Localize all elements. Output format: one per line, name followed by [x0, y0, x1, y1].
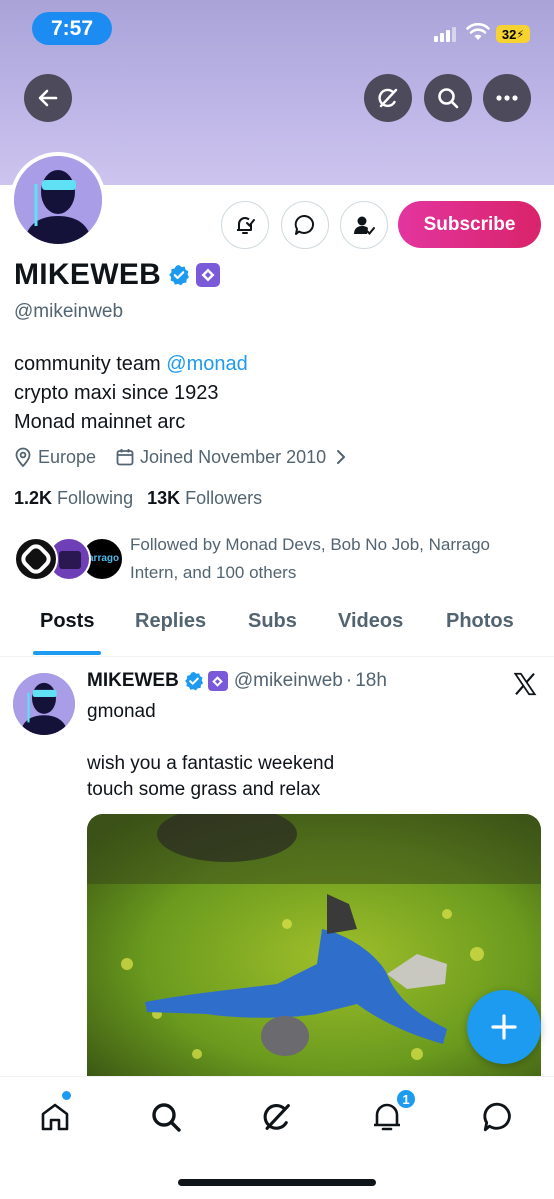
avatar-image: [14, 156, 102, 244]
search-button[interactable]: [424, 74, 472, 122]
monad-badge-icon: [207, 671, 228, 691]
notification-settings-icon: [237, 216, 255, 234]
tab-subs[interactable]: Subs: [248, 610, 297, 633]
back-button[interactable]: [24, 74, 72, 122]
bio-line-3: Monad mainnet arc: [14, 411, 186, 433]
notifications-toggle-button[interactable]: [221, 201, 269, 249]
profile-location: Europe: [14, 447, 96, 468]
grok-button[interactable]: [364, 74, 412, 122]
grok-icon: [378, 88, 398, 108]
follower-avatar-1: [14, 537, 58, 581]
follower-avatar-3-text: arrago: [88, 553, 120, 564]
post-line-1: gmonad: [87, 701, 156, 722]
message-button[interactable]: [281, 201, 329, 249]
plus-icon: [491, 1014, 517, 1040]
followed-by-avatars[interactable]: arrago: [14, 537, 124, 581]
status-time: 7:57: [32, 12, 112, 45]
nav-messages[interactable]: [478, 1097, 518, 1137]
follow-stats: 1.2K Following 13K Followers: [14, 488, 262, 509]
location-text: Europe: [38, 446, 97, 467]
bio-line-1: community team: [14, 353, 167, 375]
back-arrow-icon: [38, 89, 58, 107]
battery-level: 32: [501, 26, 517, 42]
following-link[interactable]: 1.2K Following: [14, 488, 133, 509]
nav-search[interactable]: [146, 1097, 186, 1137]
post-author-avatar[interactable]: [13, 673, 75, 735]
profile-joined[interactable]: Joined November 2010: [116, 447, 346, 468]
calendar-icon: [116, 449, 134, 466]
bio-line-2: crypto maxi since 1923: [14, 382, 219, 404]
post-separator: ·: [345, 670, 353, 691]
chat-icon: [483, 1102, 511, 1132]
chevron-right-icon: [337, 450, 346, 464]
compose-button[interactable]: [467, 990, 541, 1064]
following-count: 1.2K: [14, 488, 53, 508]
message-icon: [294, 214, 314, 235]
home-icon: [41, 1103, 69, 1131]
x-logo-icon: [513, 672, 537, 696]
grok-icon: [263, 1104, 290, 1130]
following-status-button[interactable]: [340, 201, 388, 249]
bio-mention-link[interactable]: @monad: [166, 353, 247, 375]
subscribe-button[interactable]: Subscribe: [398, 201, 541, 248]
profile-display-name: MIKEWEB: [14, 258, 162, 291]
nav-grok[interactable]: [257, 1097, 297, 1137]
profile-meta: Europe Joined November 2010: [14, 445, 366, 469]
follow-status-icon: [354, 216, 375, 235]
followed-by-text[interactable]: Followed by Monad Devs, Bob No Job, Narr…: [130, 531, 540, 587]
search-icon: [438, 88, 459, 109]
profile-handle: @mikeinweb: [14, 301, 124, 322]
tab-videos[interactable]: Videos: [338, 610, 403, 633]
joined-text: Joined November 2010: [140, 446, 327, 467]
followers-label: Followers: [185, 488, 263, 508]
location-icon: [15, 447, 31, 467]
tab-photos[interactable]: Photos: [446, 610, 514, 633]
more-button[interactable]: [483, 74, 531, 122]
tab-posts[interactable]: Posts: [40, 610, 94, 633]
post-time[interactable]: 18h: [355, 670, 387, 692]
avatar-image: [13, 673, 75, 735]
profile-bio: community team @monad crypto maxi since …: [14, 350, 248, 437]
post-author-name[interactable]: MIKEWEB: [87, 670, 179, 692]
followers-count: 13K: [147, 488, 181, 508]
home-indicator: [178, 1179, 376, 1186]
more-icon: [496, 95, 518, 101]
notification-count-badge: 1: [395, 1088, 417, 1110]
post-line-2: wish you a fantastic weekend: [87, 753, 335, 774]
search-icon: [152, 1103, 181, 1132]
post-body: gmonad wish you a fantastic weekend touc…: [87, 699, 334, 803]
post-header: MIKEWEB @mikeinweb · 18h: [87, 670, 387, 692]
profile-tabs: Posts Replies Subs Videos Photos: [0, 600, 554, 657]
tab-replies[interactable]: Replies: [135, 610, 206, 633]
status-bar: 7:57 32 ⚡: [0, 0, 554, 58]
post-author-handle: @mikeinweb: [233, 670, 343, 691]
profile-avatar[interactable]: [10, 152, 106, 248]
cellular-signal-icon: [434, 26, 456, 42]
active-tab-indicator: [33, 651, 101, 655]
home-unread-dot: [62, 1091, 71, 1100]
battery-indicator: 32 ⚡: [496, 25, 530, 43]
verified-badge-icon[interactable]: [168, 264, 190, 286]
post-line-3: touch some grass and relax: [87, 779, 321, 800]
wifi-icon: [466, 23, 490, 40]
nav-home[interactable]: [35, 1097, 75, 1137]
following-label: Following: [57, 488, 134, 508]
monad-badge-icon[interactable]: [196, 263, 220, 287]
followers-link[interactable]: 13K Followers: [147, 488, 262, 509]
verified-badge-icon: [184, 671, 203, 691]
